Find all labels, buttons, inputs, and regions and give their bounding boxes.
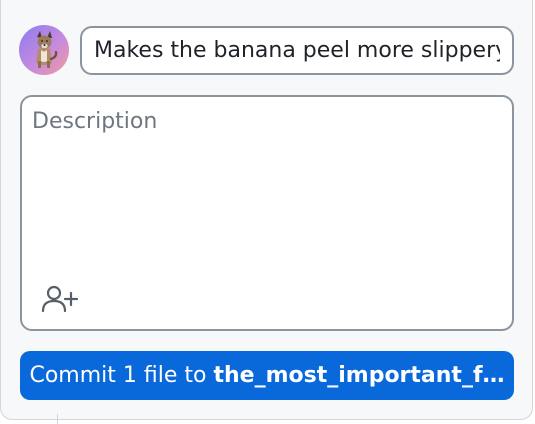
user-avatar — [19, 25, 69, 75]
person-add-icon — [41, 285, 79, 313]
commit-branch-name: the_most_important_f… — [213, 363, 505, 388]
commit-panel: Commit 1 file to the_most_important_f… — [0, 0, 533, 420]
divider — [57, 414, 58, 424]
commit-button[interactable]: Commit 1 file to the_most_important_f… — [20, 351, 514, 400]
commit-button-label: Commit 1 file to — [29, 363, 207, 388]
commit-description-textarea[interactable] — [32, 109, 502, 259]
description-box — [20, 95, 514, 331]
add-coauthor-button[interactable] — [40, 283, 82, 315]
commit-summary-input[interactable] — [80, 26, 514, 75]
dog-avatar-icon — [19, 25, 69, 75]
